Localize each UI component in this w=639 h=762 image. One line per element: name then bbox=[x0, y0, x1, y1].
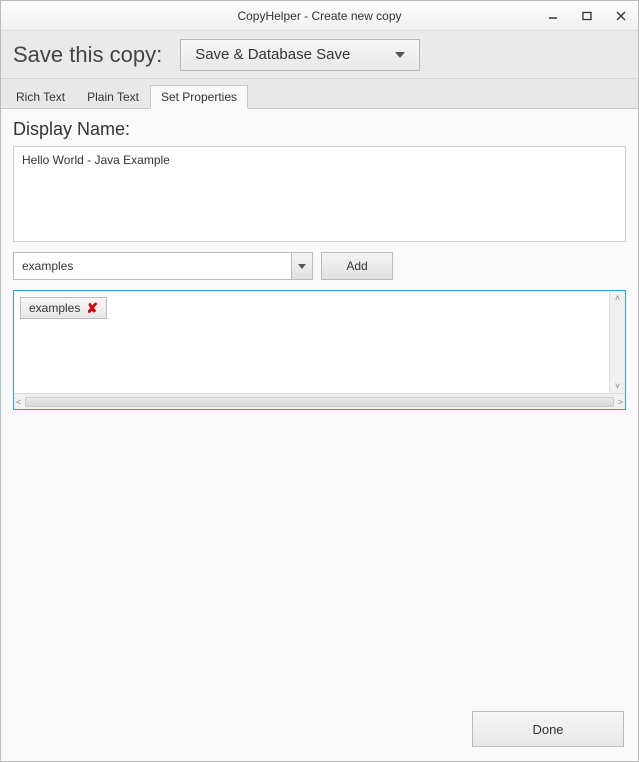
tag-combo bbox=[13, 252, 313, 280]
save-strip: Save this copy: Save & Database Save bbox=[1, 31, 638, 79]
window-controls bbox=[536, 1, 638, 30]
chevron-down-icon bbox=[298, 264, 306, 269]
save-strip-label: Save this copy: bbox=[13, 42, 162, 68]
window-title: CopyHelper - Create new copy bbox=[237, 9, 401, 23]
tag-combo-input[interactable] bbox=[13, 252, 291, 280]
scroll-track bbox=[25, 397, 613, 407]
save-mode-select[interactable]: Save & Database Save bbox=[180, 39, 420, 71]
scroll-left-icon: ˂ bbox=[16, 397, 21, 407]
close-icon bbox=[616, 11, 626, 21]
scroll-right-icon: ˃ bbox=[618, 397, 623, 407]
minimize-button[interactable] bbox=[536, 1, 570, 30]
horizontal-scrollbar[interactable]: ˂ ˃ bbox=[14, 393, 625, 409]
tab-bar: Rich Text Plain Text Set Properties bbox=[1, 79, 638, 109]
minimize-icon bbox=[548, 11, 558, 21]
display-name-label: Display Name: bbox=[13, 119, 626, 140]
tab-set-properties[interactable]: Set Properties bbox=[150, 85, 248, 109]
display-name-input[interactable] bbox=[13, 146, 626, 242]
tab-rich-text[interactable]: Rich Text bbox=[5, 85, 76, 108]
done-button[interactable]: Done bbox=[472, 711, 624, 747]
titlebar: CopyHelper - Create new copy bbox=[1, 1, 638, 31]
tag-combo-dropdown[interactable] bbox=[291, 252, 313, 280]
add-button[interactable]: Add bbox=[321, 252, 393, 280]
tab-plain-text[interactable]: Plain Text bbox=[76, 85, 150, 108]
tab-content: Display Name: Add examples ✘ ˄ ˅ ˂ bbox=[1, 109, 638, 761]
close-button[interactable] bbox=[604, 1, 638, 30]
tag-list-box: examples ✘ ˄ ˅ ˂ ˃ bbox=[13, 290, 626, 410]
remove-icon[interactable]: ✘ bbox=[86, 301, 98, 315]
scroll-down-icon: ˅ bbox=[615, 381, 620, 391]
tag-chip[interactable]: examples ✘ bbox=[20, 297, 107, 319]
tag-add-row: Add bbox=[13, 252, 626, 280]
maximize-button[interactable] bbox=[570, 1, 604, 30]
vertical-scrollbar[interactable]: ˄ ˅ bbox=[609, 291, 625, 393]
maximize-icon bbox=[582, 11, 592, 21]
chevron-down-icon bbox=[395, 52, 405, 58]
save-mode-value: Save & Database Save bbox=[195, 46, 350, 63]
scroll-up-icon: ˄ bbox=[615, 293, 620, 303]
tag-chip-label: examples bbox=[29, 301, 80, 315]
window: CopyHelper - Create new copy Save this c… bbox=[0, 0, 639, 762]
footer: Done bbox=[472, 711, 624, 747]
